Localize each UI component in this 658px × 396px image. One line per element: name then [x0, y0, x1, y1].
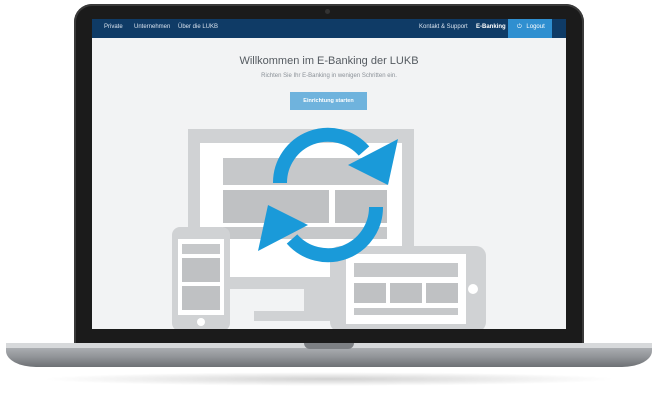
tablet-illustration: [330, 246, 486, 329]
phone-illustration: [172, 227, 230, 329]
webcam: [325, 9, 330, 14]
laptop-shadow: [40, 372, 618, 386]
laptop-opening-notch: [304, 343, 354, 349]
devices-illustration: [172, 127, 486, 329]
browser-screen: Private Unternehmen Über die LUKB Kontak…: [92, 19, 566, 329]
